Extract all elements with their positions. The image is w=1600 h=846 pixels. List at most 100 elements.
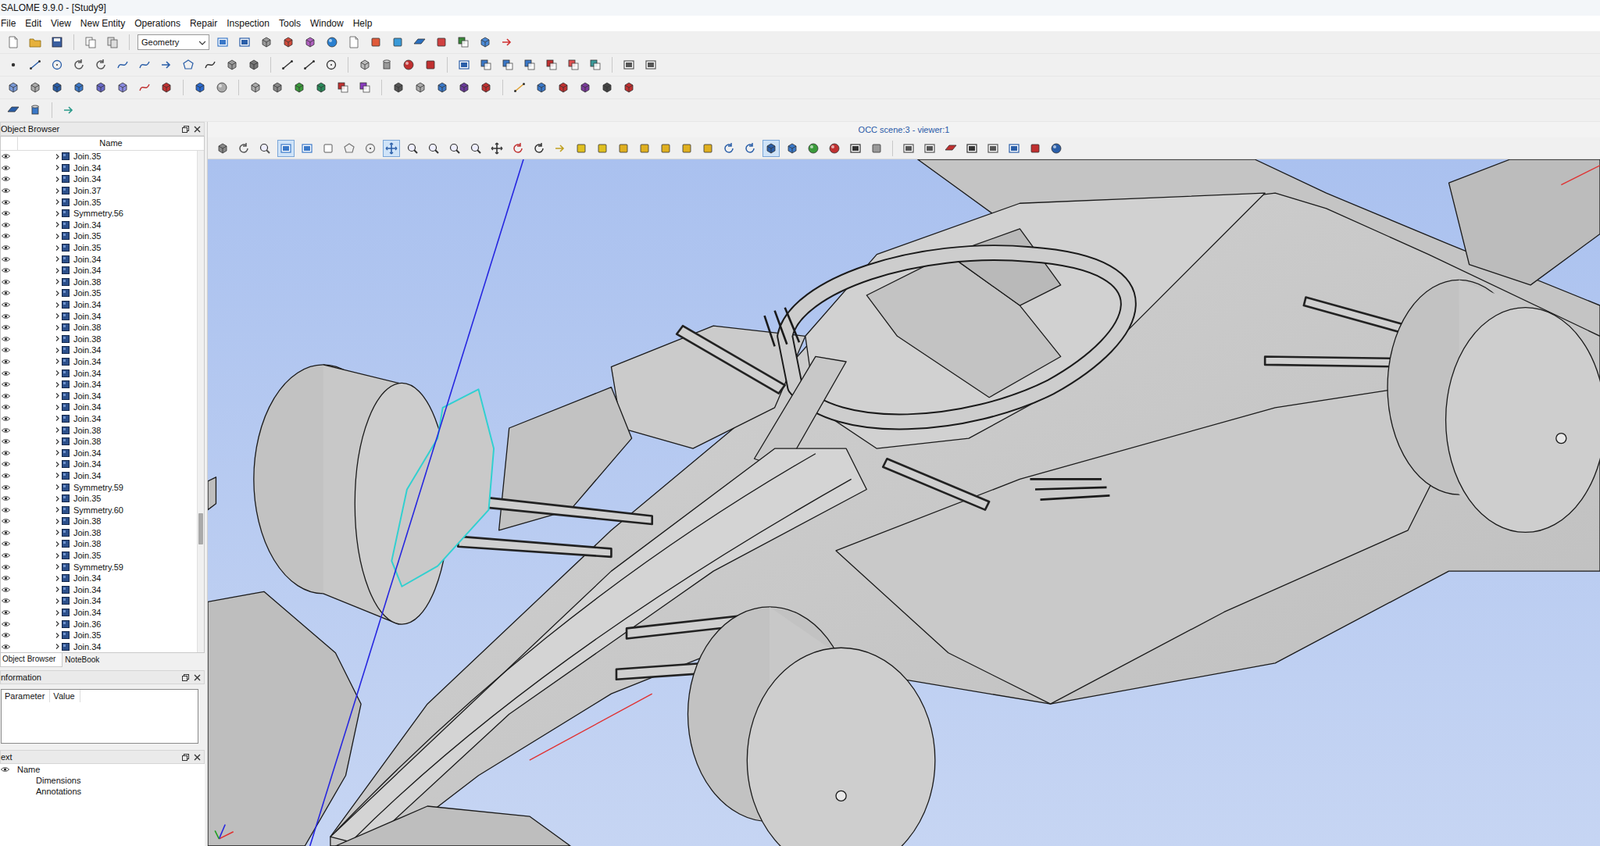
expand-arrow-icon[interactable] [52,472,62,479]
eye-icon[interactable] [0,586,18,593]
eye-icon[interactable] [0,335,18,343]
expand-arrow-icon[interactable] [52,188,62,194]
cross-tool-icon[interactable] [382,139,400,158]
expand-arrow-icon[interactable] [52,450,62,456]
eye-icon[interactable] [0,346,18,354]
expand-arrow-icon[interactable] [52,290,62,297]
cube-tool-icon[interactable] [476,33,494,51]
cube-tool-icon[interactable] [70,78,88,97]
expand-arrow-icon[interactable] [52,176,62,183]
zoom-tool-icon[interactable] [425,139,443,158]
cube-tool-icon[interactable] [762,139,780,158]
eye-icon[interactable] [0,427,18,434]
line-tool-icon[interactable] [300,56,318,74]
eye-icon[interactable] [0,597,18,604]
tree-row[interactable]: Join.35 [0,492,197,505]
sphere-tool-icon[interactable] [1047,139,1065,158]
tree-row[interactable]: Join.38 [0,527,197,540]
tree-row[interactable]: Symmetry.60 [0,503,197,516]
eye-icon[interactable] [0,438,18,445]
cube-tool-icon[interactable] [477,78,495,97]
cube-tool-icon[interactable] [411,78,429,97]
dock-tab[interactable]: NoteBook [62,653,107,668]
float-icon[interactable] [182,671,190,685]
tree-row[interactable]: Join.34 [0,356,197,368]
line-tool-icon[interactable] [510,78,529,97]
tree-row[interactable]: Join.34 [0,264,197,277]
tree-row[interactable]: Join.35 [0,242,197,254]
bool-tool-icon[interactable] [521,56,539,74]
eye-icon[interactable] [0,324,18,331]
dock-tab[interactable]: Object Browser [0,653,63,668]
cube-tool-icon[interactable] [301,33,319,51]
eye-icon[interactable] [0,199,18,206]
module-combo[interactable]: Geometry [137,34,210,50]
expand-arrow-icon[interactable] [52,518,62,525]
expand-arrow-icon[interactable] [52,541,62,547]
cube-tool-icon[interactable] [290,78,308,97]
cube-tool-icon[interactable] [257,33,275,51]
tree-row[interactable]: Join.34 [0,584,197,597]
cube-tool-icon[interactable] [455,78,473,97]
sphere-tool-icon[interactable] [825,139,843,158]
tree-row[interactable]: Join.36 [0,617,197,630]
tree-row[interactable]: Join.38 [0,515,197,528]
copy-tool-icon[interactable] [82,33,100,51]
expand-arrow-icon[interactable] [52,575,62,582]
cube-tool-icon[interactable] [279,33,297,51]
eye-icon[interactable] [0,232,18,240]
sphere-tool-icon[interactable] [400,56,418,74]
arrow-tool-icon[interactable] [498,33,516,51]
eye-icon[interactable] [0,507,18,514]
tree-row[interactable]: Join.34 [0,607,197,619]
expand-arrow-icon[interactable] [52,507,62,513]
expand-arrow-icon[interactable] [52,564,62,570]
cube-tool-icon[interactable] [433,78,451,97]
expand-arrow-icon[interactable] [52,347,62,354]
car-model-view[interactable] [207,159,1600,846]
plane-tool-icon[interactable] [4,101,22,119]
tree-row[interactable]: Join.35 [0,196,197,208]
text-tree[interactable]: NameDimensionsAnnotations [0,764,205,846]
expand-arrow-icon[interactable] [52,302,62,308]
tree-row[interactable]: Join.34 [0,310,197,322]
frame-tool-icon[interactable] [984,139,1002,158]
eye-icon[interactable] [0,381,18,388]
expand-arrow-icon[interactable] [52,233,62,240]
tree-row[interactable]: Join.34 [0,344,197,357]
bool-tool-icon[interactable] [334,78,352,97]
cube-tool-icon[interactable] [389,78,408,97]
eye-icon[interactable] [0,643,18,650]
eye-icon[interactable] [0,415,18,422]
eye-icon[interactable] [0,495,18,502]
eye-icon[interactable] [0,187,18,194]
expand-arrow-icon[interactable] [52,610,62,616]
bool-tool-icon[interactable] [542,56,561,74]
cube-tool-icon[interactable] [223,56,241,74]
tree-row[interactable]: Join.35 [0,230,197,243]
zoom-tool-icon[interactable] [256,139,274,158]
expand-arrow-icon[interactable] [52,598,62,604]
tree-row[interactable]: Join.34 [0,401,197,414]
rot-tool-icon[interactable] [92,56,110,74]
sq-tool-icon[interactable] [389,33,407,51]
cube-tool-icon[interactable] [4,78,22,97]
float-icon[interactable] [182,750,190,765]
menu-item[interactable]: File [0,15,22,32]
bool-tool-icon[interactable] [586,56,604,74]
expand-arrow-icon[interactable] [52,164,62,171]
frame-tool-icon[interactable] [298,139,316,158]
line-tool-icon[interactable] [278,56,297,74]
menu-item[interactable]: Window [306,15,350,32]
sq-tool-icon[interactable] [867,139,886,158]
sq-tool-icon[interactable] [657,139,675,158]
tree-row[interactable]: Join.34 [0,470,197,483]
expand-arrow-icon[interactable] [52,643,62,650]
frame-tool-icon[interactable] [1005,139,1023,158]
close-icon[interactable] [193,750,201,765]
expand-arrow-icon[interactable] [52,621,62,627]
cube-tool-icon[interactable] [246,78,265,97]
tree-row[interactable]: Join.35 [0,150,197,163]
expand-arrow-icon[interactable] [52,153,62,160]
frame-tool-icon[interactable] [921,139,939,158]
